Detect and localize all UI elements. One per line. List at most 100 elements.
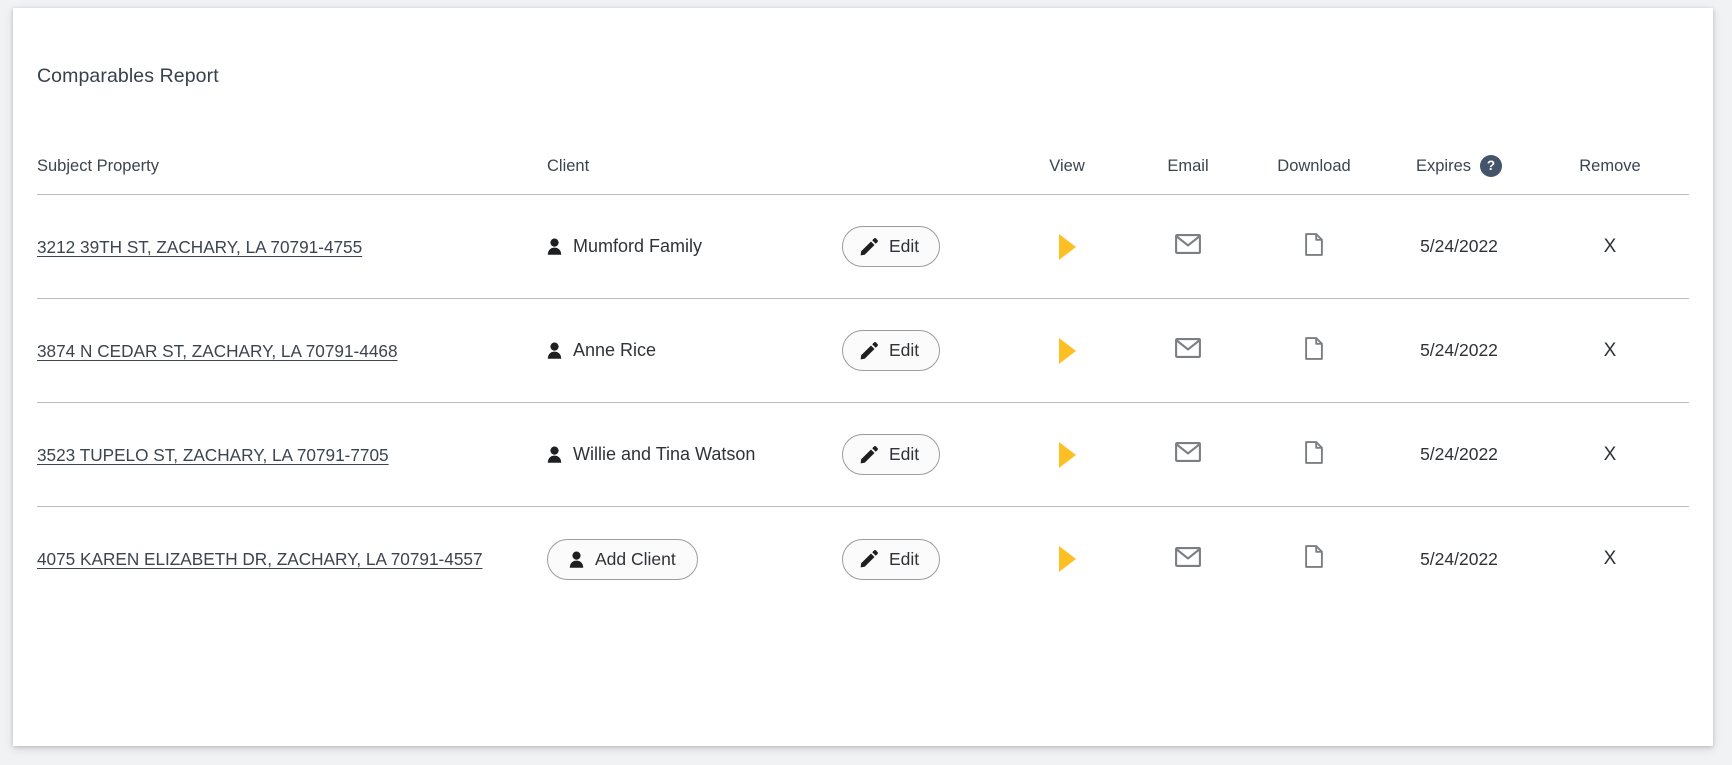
table-header-row: Subject Property Client View Email Downl…: [37, 138, 1689, 195]
cell-subject-property: 3212 39TH ST, ZACHARY, LA 70791-4755: [37, 231, 547, 263]
cell-subject-property: 3523 TUPELO ST, ZACHARY, LA 70791-7705: [37, 439, 547, 471]
table-row: 4075 KAREN ELIZABETH DR, ZACHARY, LA 707…: [37, 507, 1689, 611]
download-report-button[interactable]: [1305, 232, 1323, 261]
expires-date: 5/24/2022: [1420, 236, 1498, 256]
view-report-button[interactable]: [1058, 546, 1076, 572]
cell-view: [1007, 337, 1127, 364]
expires-date: 5/24/2022: [1420, 444, 1498, 464]
play-triangle-icon: [1058, 441, 1076, 468]
play-triangle-icon: [1058, 337, 1076, 364]
edit-button[interactable]: Edit: [842, 434, 941, 475]
comparables-table: Subject Property Client View Email Downl…: [37, 138, 1689, 611]
cell-remove: X: [1539, 340, 1689, 362]
column-header-view: View: [1049, 156, 1085, 175]
edit-button[interactable]: Edit: [842, 330, 941, 371]
remove-button[interactable]: X: [1539, 548, 1689, 570]
comparables-report-card: Comparables Report Subject Property Clie…: [13, 8, 1713, 746]
cell-subject-property: 4075 KAREN ELIZABETH DR, ZACHARY, LA 707…: [37, 543, 547, 575]
cell-email: [1127, 442, 1249, 467]
pencil-icon: [860, 237, 878, 256]
help-circle-icon[interactable]: ?: [1480, 155, 1503, 177]
add-client-label: Add Client: [595, 548, 676, 569]
client-name-text: Mumford Family: [573, 236, 703, 256]
view-report-button[interactable]: [1058, 441, 1076, 468]
cell-email: [1127, 338, 1249, 363]
cell-email: [1127, 546, 1249, 572]
column-header-download: Download: [1277, 156, 1351, 175]
cell-remove: X: [1539, 548, 1689, 570]
client-name-text: Anne Rice: [573, 340, 657, 360]
download-report-button[interactable]: [1305, 440, 1323, 469]
cell-client: Add Client: [547, 538, 842, 580]
cell-download: [1249, 232, 1379, 261]
expires-date: 5/24/2022: [1420, 548, 1498, 569]
envelope-icon: [1175, 338, 1201, 363]
client-name: Anne Rice: [547, 340, 656, 361]
cell-remove: X: [1539, 444, 1689, 466]
pencil-icon: [860, 445, 878, 464]
edit-button-label: Edit: [889, 444, 920, 464]
document-icon: [1305, 336, 1323, 365]
envelope-icon: [1175, 234, 1201, 259]
table-body: 3212 39TH ST, ZACHARY, LA 70791-4755 Mum…: [37, 195, 1689, 611]
document-icon: [1305, 545, 1323, 573]
view-report-button[interactable]: [1058, 233, 1076, 260]
cell-edit: Edit: [842, 434, 1007, 475]
column-header-expires-label: Expires: [1415, 156, 1472, 175]
edit-button-label: Edit: [889, 548, 920, 569]
download-report-button[interactable]: [1305, 336, 1323, 365]
column-header-email: Email: [1167, 156, 1209, 175]
subject-property-link[interactable]: 4075 KAREN ELIZABETH DR, ZACHARY, LA 707…: [37, 549, 483, 569]
pencil-icon: [860, 550, 878, 568]
cell-download: [1249, 545, 1379, 573]
column-header-client: Client: [547, 156, 590, 175]
column-header-remove: Remove: [1579, 156, 1641, 175]
cell-remove: X: [1539, 236, 1689, 258]
client-name-text: Willie and Tina Watson: [573, 444, 756, 464]
person-icon: [547, 446, 562, 463]
remove-button[interactable]: X: [1539, 444, 1689, 466]
add-client-button[interactable]: Add Client: [547, 538, 698, 580]
envelope-icon: [1175, 546, 1201, 572]
pencil-icon: [860, 341, 878, 360]
email-report-button[interactable]: [1175, 442, 1201, 467]
subject-property-link[interactable]: 3523 TUPELO ST, ZACHARY, LA 70791-7705: [37, 445, 389, 465]
cell-client: Willie and Tina Watson: [547, 444, 842, 465]
person-icon: [569, 551, 584, 568]
edit-button-label: Edit: [889, 340, 920, 360]
cell-expires: 5/24/2022: [1379, 340, 1539, 361]
cell-subject-property: 3874 N CEDAR ST, ZACHARY, LA 70791-4468: [37, 335, 547, 367]
client-name: Mumford Family: [547, 236, 702, 257]
cell-view: [1007, 546, 1127, 572]
remove-button[interactable]: X: [1539, 236, 1689, 258]
cell-expires: 5/24/2022: [1379, 549, 1539, 570]
column-header-subject-property: Subject Property: [37, 156, 159, 175]
cell-edit: Edit: [842, 330, 1007, 371]
subject-property-link[interactable]: 3874 N CEDAR ST, ZACHARY, LA 70791-4468: [37, 341, 398, 361]
column-header-expires: Expires ?: [1379, 155, 1539, 177]
edit-button[interactable]: Edit: [842, 538, 941, 580]
cell-client: Mumford Family: [547, 236, 842, 257]
table-row: 3874 N CEDAR ST, ZACHARY, LA 70791-4468 …: [37, 299, 1689, 403]
remove-button[interactable]: X: [1539, 340, 1689, 362]
cell-expires: 5/24/2022: [1379, 444, 1539, 465]
expires-date: 5/24/2022: [1420, 340, 1498, 360]
cell-edit: Edit: [842, 226, 1007, 267]
cell-expires: 5/24/2022: [1379, 236, 1539, 257]
email-report-button[interactable]: [1175, 234, 1201, 259]
view-report-button[interactable]: [1058, 337, 1076, 364]
page-title: Comparables Report: [37, 65, 219, 87]
person-icon: [547, 238, 562, 255]
edit-button[interactable]: Edit: [842, 226, 941, 267]
subject-property-link[interactable]: 3212 39TH ST, ZACHARY, LA 70791-4755: [37, 237, 362, 257]
play-triangle-icon: [1058, 233, 1076, 260]
cell-download: [1249, 440, 1379, 469]
edit-button-label: Edit: [889, 236, 920, 256]
download-report-button[interactable]: [1305, 545, 1323, 573]
document-icon: [1305, 232, 1323, 261]
envelope-icon: [1175, 442, 1201, 467]
email-report-button[interactable]: [1175, 338, 1201, 363]
email-report-button[interactable]: [1175, 546, 1201, 572]
cell-client: Anne Rice: [547, 340, 842, 361]
cell-download: [1249, 336, 1379, 365]
